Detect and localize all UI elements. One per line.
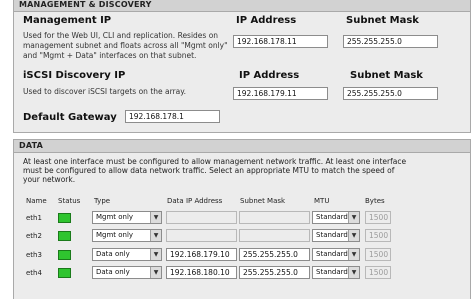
column-header-data-ip: Data IP Address: [167, 197, 223, 205]
interface-type-value-eth2: Mgmt only: [96, 231, 134, 239]
chevron-down-icon: ▼: [150, 267, 161, 278]
chevron-down-icon: ▼: [348, 212, 359, 223]
column-header-subnet-mask: Subnet Mask: [240, 197, 286, 205]
iscsi-subnet-mask-input[interactable]: 255.255.255.0: [343, 87, 438, 100]
interface-type-value-eth3: Data only: [96, 250, 130, 258]
interface-ip-input-eth3[interactable]: 192.168.179.10: [166, 248, 237, 261]
management-panel: MANAGEMENT & DISCOVERY Management IP Use…: [13, 0, 471, 133]
interface-bytes-input-eth2[interactable]: 1500: [365, 229, 391, 242]
chevron-down-icon: ▼: [150, 212, 161, 223]
column-header-bytes: Bytes: [365, 197, 385, 205]
data-panel: DATA At least one interface must be conf…: [13, 139, 471, 299]
iscsi-ip-input[interactable]: 192.168.179.11: [233, 87, 328, 100]
data-note-line-3: your network.: [23, 175, 76, 184]
interface-name-eth3: eth3: [26, 251, 42, 259]
interface-mtu-value-eth2: Standard: [316, 231, 348, 239]
management-subnet-mask-label: Subnet Mask: [346, 15, 419, 26]
interface-mtu-value-eth3: Standard: [316, 250, 348, 258]
default-gateway-title: Default Gateway: [23, 112, 117, 123]
management-ip-title: Management IP: [23, 15, 112, 26]
interface-type-select-eth4[interactable]: Data only ▼: [92, 266, 162, 279]
interface-type-value-eth1: Mgmt only: [96, 213, 134, 221]
interface-ip-input-eth4[interactable]: 192.168.180.10: [166, 266, 237, 279]
column-header-type: Type: [94, 197, 111, 205]
iscsi-discovery-desc: Used to discover iSCSI targets on the ar…: [23, 87, 186, 96]
management-ip-input[interactable]: 192.168.178.11: [233, 35, 328, 48]
interface-ip-input-eth1[interactable]: [166, 211, 237, 224]
interface-status-eth2: [58, 231, 71, 241]
interface-bytes-input-eth3[interactable]: 1500: [365, 248, 391, 261]
management-panel-header: MANAGEMENT & DISCOVERY: [14, 0, 470, 12]
chevron-down-icon: ▼: [150, 230, 161, 241]
interface-mask-input-eth3[interactable]: 255.255.255.0: [239, 248, 310, 261]
interface-mask-input-eth4[interactable]: 255.255.255.0: [239, 266, 310, 279]
management-subnet-mask-input[interactable]: 255.255.255.0: [343, 35, 438, 48]
chevron-down-icon: ▼: [348, 267, 359, 278]
interface-bytes-input-eth4[interactable]: 1500: [365, 266, 391, 279]
iscsi-discovery-title: iSCSI Discovery IP: [23, 70, 126, 81]
iscsi-subnet-mask-label: Subnet Mask: [350, 70, 423, 81]
column-header-name: Name: [26, 197, 47, 205]
management-ip-desc-line-2: management subnet and floats across all …: [23, 41, 228, 50]
chevron-down-icon: ▼: [348, 230, 359, 241]
management-ip-address-label: IP Address: [236, 15, 297, 26]
interface-ip-input-eth2[interactable]: [166, 229, 237, 242]
data-panel-header: DATA: [14, 140, 470, 153]
interface-type-value-eth4: Data only: [96, 268, 130, 276]
interface-name-eth4: eth4: [26, 269, 42, 277]
column-header-mtu: MTU: [314, 197, 330, 205]
interface-mtu-value-eth1: Standard: [316, 213, 348, 221]
management-ip-desc-line-1: Used for the Web UI, CLI and replication…: [23, 31, 219, 40]
default-gateway-input[interactable]: 192.168.178.1: [125, 110, 220, 123]
interface-status-eth1: [58, 213, 71, 223]
interface-type-select-eth1[interactable]: Mgmt only ▼: [92, 211, 162, 224]
interface-type-select-eth3[interactable]: Data only ▼: [92, 248, 162, 261]
interface-mtu-select-eth3[interactable]: Standard ▼: [312, 248, 360, 261]
interface-bytes-input-eth1[interactable]: 1500: [365, 211, 391, 224]
chevron-down-icon: ▼: [348, 249, 359, 260]
column-header-status: Status: [58, 197, 81, 205]
management-ip-desc-line-3: and "Mgmt + Data" interfaces on that sub…: [23, 51, 197, 60]
interface-type-select-eth2[interactable]: Mgmt only ▼: [92, 229, 162, 242]
page: MANAGEMENT & DISCOVERY Management IP Use…: [0, 0, 474, 299]
interface-name-eth2: eth2: [26, 232, 42, 240]
interface-name-eth1: eth1: [26, 214, 42, 222]
interface-mtu-value-eth4: Standard: [316, 268, 348, 276]
iscsi-ip-address-label: IP Address: [239, 70, 300, 81]
interface-status-eth3: [58, 250, 71, 260]
interface-mask-input-eth1[interactable]: [239, 211, 310, 224]
interface-mask-input-eth2[interactable]: [239, 229, 310, 242]
interface-mtu-select-eth2[interactable]: Standard ▼: [312, 229, 360, 242]
chevron-down-icon: ▼: [150, 249, 161, 260]
interface-mtu-select-eth4[interactable]: Standard ▼: [312, 266, 360, 279]
interface-mtu-select-eth1[interactable]: Standard ▼: [312, 211, 360, 224]
interface-status-eth4: [58, 268, 71, 278]
data-note-line-2: must be configured to allow data network…: [23, 166, 395, 175]
